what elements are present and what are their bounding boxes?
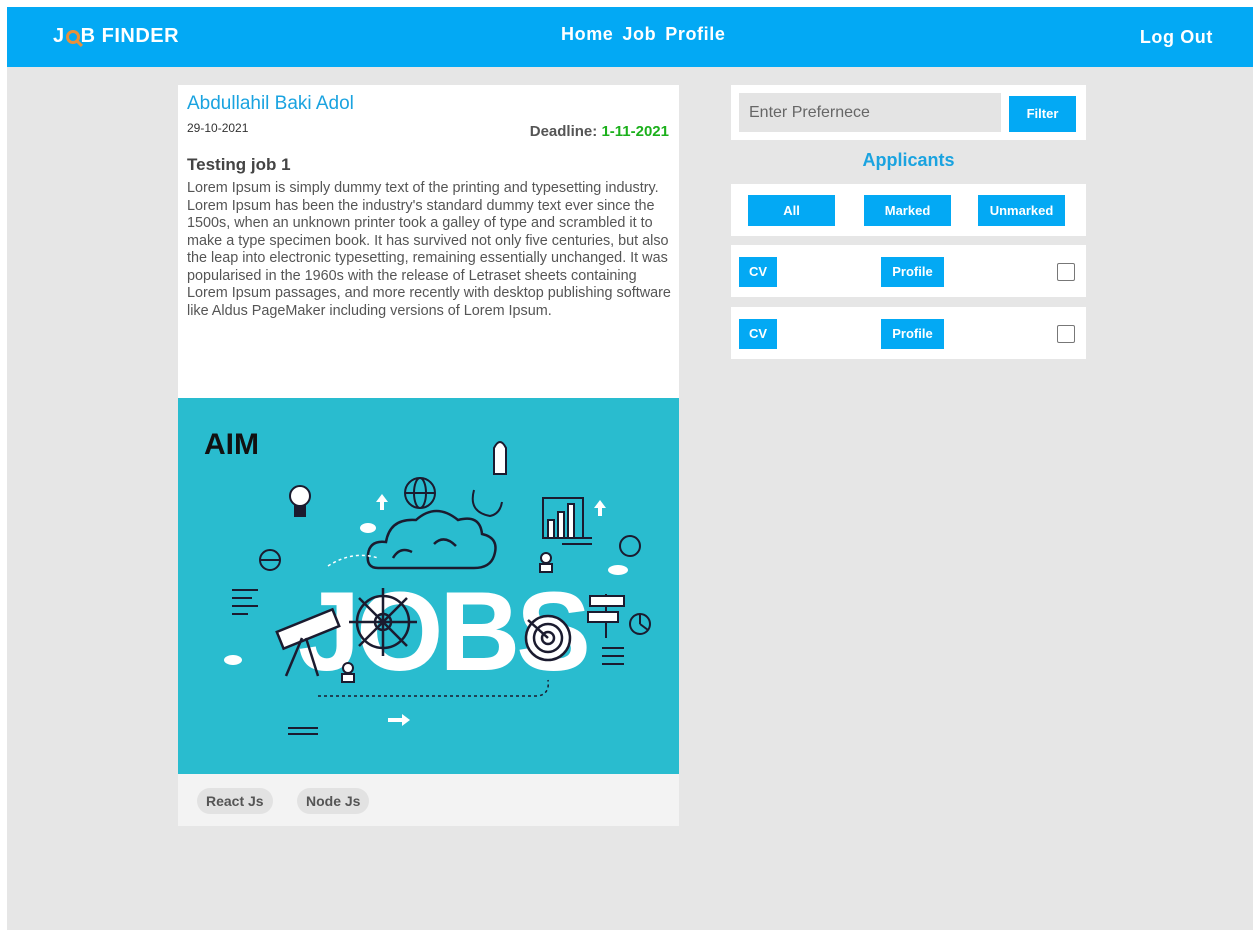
logo-suffix: B FINDER <box>80 25 180 47</box>
tab-all-button[interactable]: All <box>748 195 835 226</box>
applicant-row: CV Profile <box>731 245 1086 297</box>
job-description: Lorem Ipsum is simply dummy text of the … <box>187 180 671 319</box>
app-logo[interactable]: J B FINDER <box>53 25 179 48</box>
profile-button[interactable]: Profile <box>881 319 944 349</box>
job-posted-date: 29-10-2021 <box>187 121 249 135</box>
navbar: J B FINDER Home Job Profile Log Out <box>7 7 1253 67</box>
profile-button[interactable]: Profile <box>881 257 944 287</box>
logo-prefix: J <box>53 25 65 47</box>
cv-button[interactable]: CV <box>739 319 777 349</box>
applicant-filter-tabs: All Marked Unmarked <box>731 184 1086 236</box>
job-tags: React Js Node Js <box>178 774 679 826</box>
page-frame: J B FINDER Home Job Profile Log Out Abdu… <box>7 7 1253 930</box>
job-title: Testing job 1 <box>187 155 291 174</box>
deadline-label: Deadline: <box>529 123 598 140</box>
job-deadline: Deadline: 1-11-2021 <box>530 123 669 140</box>
mark-checkbox[interactable] <box>1057 325 1075 343</box>
tab-unmarked-button[interactable]: Unmarked <box>978 195 1065 226</box>
nav-links: Home Job Profile <box>561 24 725 45</box>
tag-react-js[interactable]: React Js <box>197 788 273 814</box>
preference-input[interactable] <box>739 93 1001 132</box>
applicant-row: CV Profile <box>731 307 1086 359</box>
deadline-value: 1-11-2021 <box>601 123 669 140</box>
nav-profile-link[interactable]: Profile <box>665 24 725 45</box>
mark-checkbox[interactable] <box>1057 263 1075 281</box>
nav-job-link[interactable]: Job <box>622 24 656 45</box>
filter-button[interactable]: Filter <box>1009 96 1076 132</box>
job-card: Abdullahil Baki Adol 29-10-2021 Deadline… <box>178 85 679 826</box>
applicants-heading: Applicants <box>862 150 955 170</box>
filter-panel: Filter <box>731 85 1086 140</box>
jobs-illustration: AIM JOBS <box>204 428 651 735</box>
nav-home-link[interactable]: Home <box>561 24 613 45</box>
tag-node-js[interactable]: Node Js <box>297 788 370 814</box>
brand-logo-text: AIM <box>204 428 259 461</box>
job-poster-name[interactable]: Abdullahil Baki Adol <box>187 93 354 115</box>
job-image: AIM JOBS <box>178 398 679 774</box>
cv-button[interactable]: CV <box>739 257 777 287</box>
tab-marked-button[interactable]: Marked <box>864 195 951 226</box>
logout-link[interactable]: Log Out <box>1140 27 1213 48</box>
magnifier-icon <box>65 29 80 44</box>
